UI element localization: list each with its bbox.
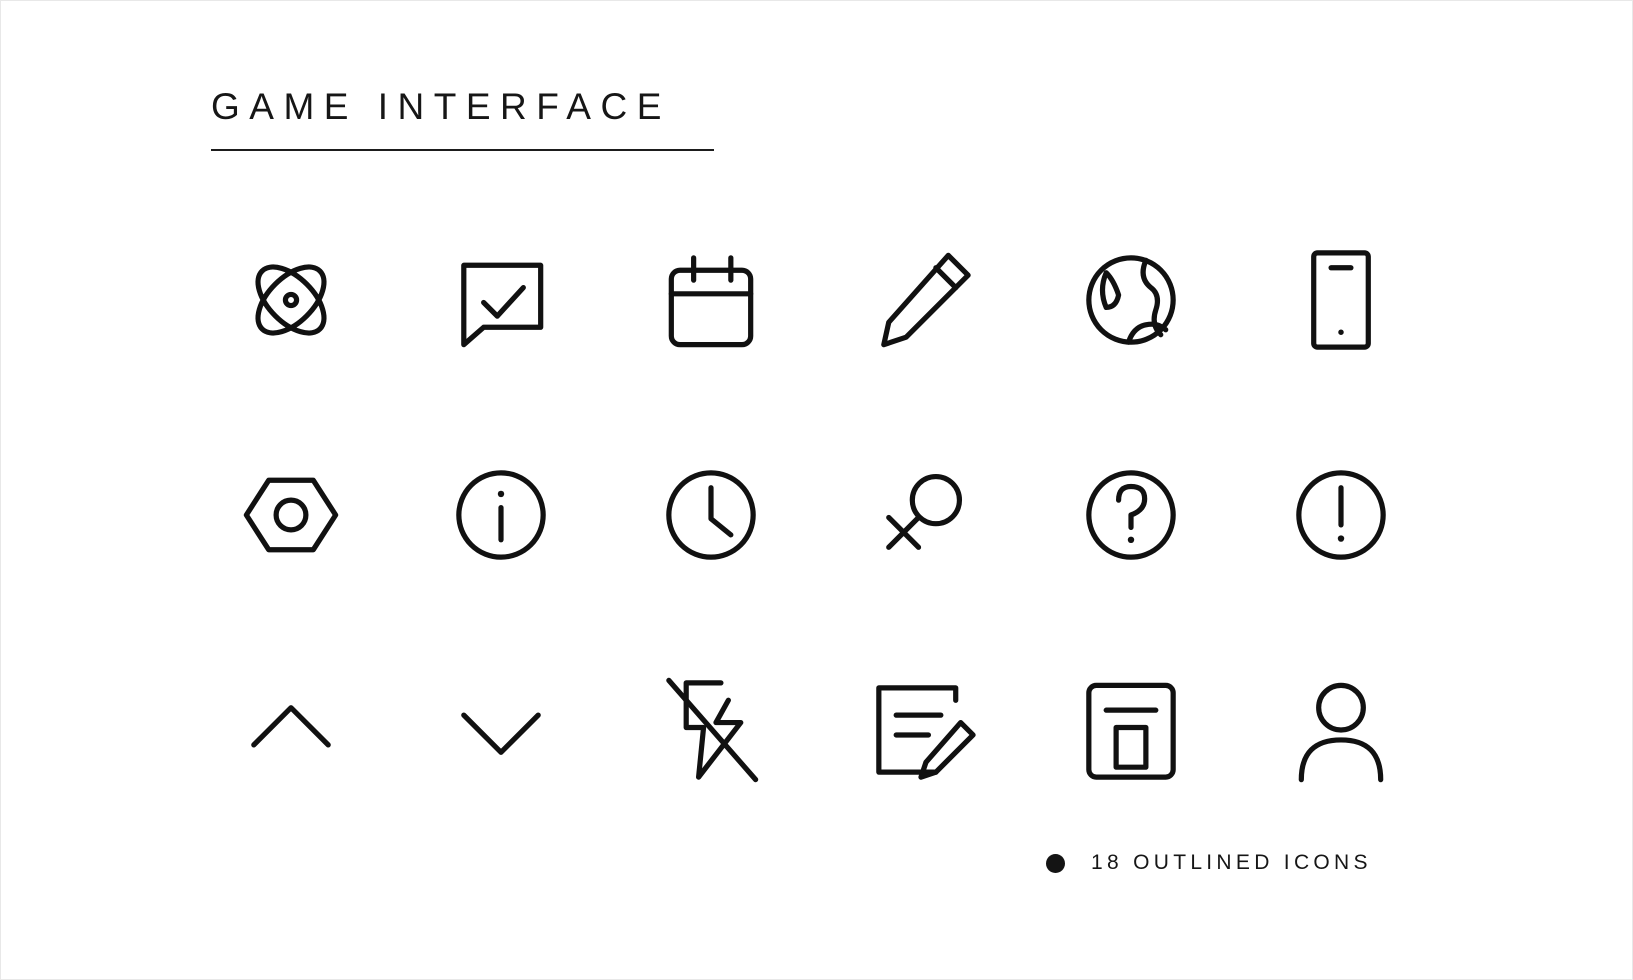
chat-check-icon[interactable]	[396, 192, 606, 407]
clock-icon[interactable]	[606, 407, 816, 622]
hex-nut-icon[interactable]	[186, 407, 396, 622]
atom-icon[interactable]	[186, 192, 396, 407]
note-edit-icon[interactable]	[816, 622, 1026, 837]
page-title: GAME INTERFACE	[211, 86, 671, 127]
chevron-up-icon[interactable]	[186, 622, 396, 837]
flash-off-icon[interactable]	[606, 622, 816, 837]
title-underline	[211, 148, 714, 151]
calendar-icon[interactable]	[606, 192, 816, 407]
chevron-down-icon[interactable]	[396, 622, 606, 837]
footer: 18 OUTLINED ICONS	[1046, 851, 1372, 875]
exclamation-circle-icon[interactable]	[1236, 407, 1446, 622]
search-cross-icon[interactable]	[816, 407, 1026, 622]
pencil-icon[interactable]	[816, 192, 1026, 407]
globe-icon[interactable]	[1026, 192, 1236, 407]
title-block: GAME INTERFACE	[211, 86, 716, 151]
icon-sheet: GAME INTERFACE 18 OUTLINED ICONS	[0, 0, 1633, 980]
icon-grid	[186, 192, 1446, 837]
archive-box-icon[interactable]	[1026, 622, 1236, 837]
question-circle-icon[interactable]	[1026, 407, 1236, 622]
smartphone-icon[interactable]	[1236, 192, 1446, 407]
user-icon[interactable]	[1236, 622, 1446, 837]
bullet-dot-icon	[1046, 853, 1065, 873]
info-circle-icon[interactable]	[396, 407, 606, 622]
footer-label: 18 OUTLINED ICONS	[1091, 851, 1372, 874]
